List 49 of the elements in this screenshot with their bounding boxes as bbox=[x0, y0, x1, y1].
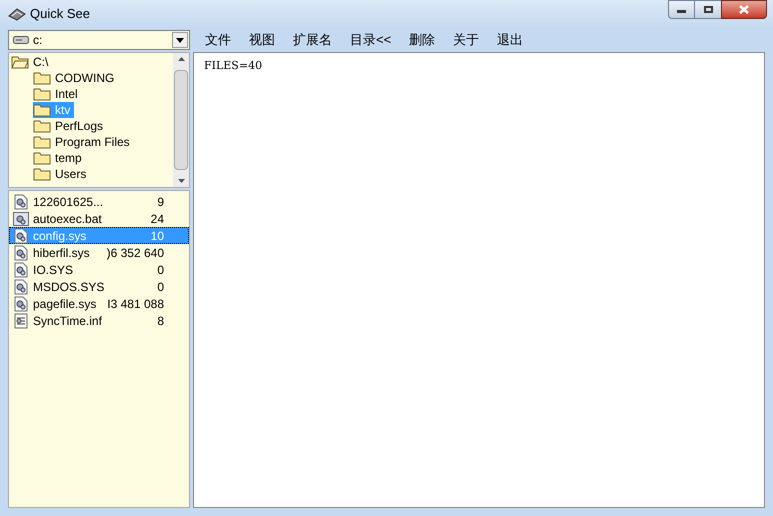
gear-file-icon bbox=[13, 296, 29, 312]
folder-icon bbox=[33, 151, 51, 165]
scrollbar[interactable] bbox=[173, 53, 189, 187]
file-item[interactable]: IO.SYS 0 bbox=[9, 261, 189, 278]
tree-item[interactable]: C:\ bbox=[11, 54, 52, 70]
gear-window-icon bbox=[13, 210, 29, 226]
drive-icon bbox=[13, 35, 29, 45]
menu-item[interactable]: 删除 bbox=[403, 30, 442, 50]
file-item[interactable]: pagefile.sys I3 481 088 bbox=[9, 295, 189, 312]
menu-item[interactable]: 目录<< bbox=[344, 30, 398, 50]
maximize-button[interactable] bbox=[695, 0, 721, 19]
gear-file-icon bbox=[13, 194, 29, 210]
menu-item[interactable]: 文件 bbox=[199, 30, 237, 50]
gear-file-icon bbox=[13, 262, 29, 278]
tree-item[interactable]: temp bbox=[33, 150, 86, 166]
file-item[interactable]: SyncTime.inf 8 bbox=[9, 312, 189, 329]
dropdown-arrow-button[interactable] bbox=[172, 32, 188, 48]
menu-item[interactable]: 视图 bbox=[243, 30, 281, 50]
folder-icon bbox=[33, 103, 51, 117]
file-item[interactable]: autoexec.bat 24 bbox=[9, 210, 189, 227]
folder-icon bbox=[33, 167, 51, 181]
app-icon bbox=[8, 7, 26, 21]
gear-file-icon bbox=[13, 228, 29, 244]
menu-item[interactable]: 扩展名 bbox=[287, 30, 338, 50]
file-content: FILES=40 bbox=[204, 59, 262, 72]
tree-item[interactable]: Program Files bbox=[33, 134, 134, 150]
folder-icon bbox=[33, 135, 51, 149]
caret-icon bbox=[176, 38, 184, 42]
tree-item[interactable]: CODWING bbox=[33, 70, 118, 86]
scroll-down-arrow-icon[interactable] bbox=[178, 179, 184, 183]
settings-file-icon bbox=[13, 312, 29, 328]
menu-item[interactable]: 退出 bbox=[491, 30, 530, 50]
tree-item[interactable]: PerfLogs bbox=[33, 118, 108, 134]
scroll-up-arrow-icon[interactable] bbox=[178, 57, 184, 61]
menu-item[interactable]: 关于 bbox=[447, 30, 486, 50]
tree-item[interactable]: Users bbox=[33, 166, 90, 182]
drive-dropdown[interactable]: c: bbox=[8, 30, 190, 50]
close-button[interactable] bbox=[721, 0, 767, 19]
file-item[interactable]: 122601625... 9 bbox=[9, 193, 189, 210]
tree-item[interactable]: Intel bbox=[33, 86, 82, 102]
file-item[interactable]: MSDOS.SYS 0 bbox=[9, 278, 189, 295]
folder-icon bbox=[33, 71, 51, 85]
minimize-button[interactable] bbox=[668, 0, 695, 19]
gear-file-icon bbox=[13, 244, 29, 260]
file-item[interactable]: hiberfil.sys )6 352 640 bbox=[9, 244, 189, 261]
window-title: Quick See bbox=[30, 5, 90, 24]
open-folder-icon bbox=[11, 55, 29, 69]
close-icon bbox=[739, 5, 749, 14]
gear-file-icon bbox=[13, 278, 29, 294]
